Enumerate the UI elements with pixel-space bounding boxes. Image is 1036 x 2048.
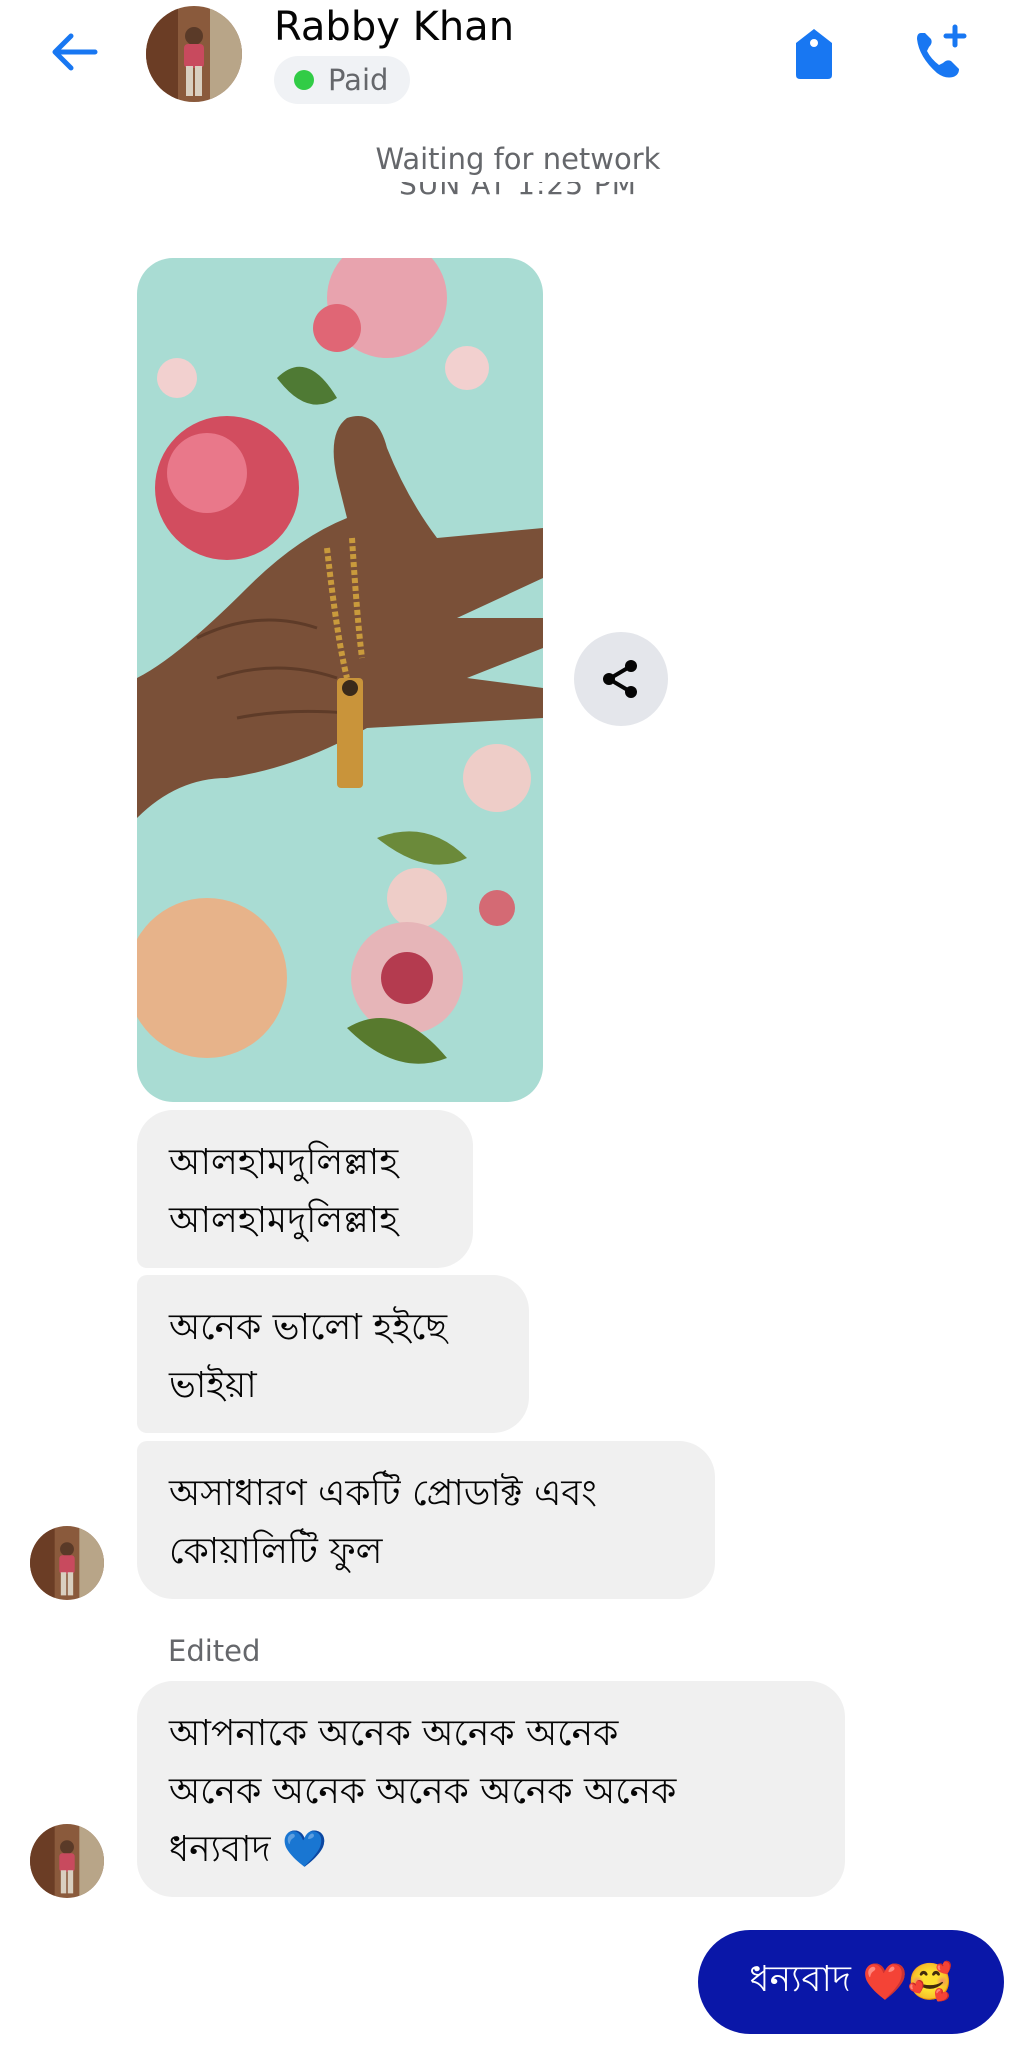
phone-add-icon	[917, 24, 967, 78]
contact-avatar-small[interactable]	[30, 1526, 104, 1600]
share-button[interactable]	[574, 632, 668, 726]
edited-label: Edited	[168, 1634, 261, 1668]
tag-icon	[796, 29, 832, 79]
received-message[interactable]: আপনাকে অনেক অনেক অনেক অনেক অনেক অনেক অনে…	[137, 1681, 845, 1897]
status-badge[interactable]: Paid	[274, 56, 411, 104]
back-button[interactable]	[44, 26, 104, 78]
sent-message-text: ধন্যবাদ	[749, 1959, 851, 2000]
network-status: Waiting for network	[375, 142, 661, 176]
message-timestamp: SUN AT 1:25 PM	[399, 182, 637, 201]
sent-message[interactable]: ধন্যবাদ ❤️🥰	[698, 1930, 1004, 2034]
blue-heart-emoji: 💙	[281, 1829, 327, 1870]
photo-attachment-icon	[137, 258, 543, 1102]
contact-name[interactable]: Rabby Khan	[274, 4, 514, 50]
heart-face-emoji: ❤️🥰	[862, 1962, 953, 2003]
status-label: Paid	[328, 63, 389, 97]
contact-avatar[interactable]	[146, 6, 242, 102]
chat-header: Rabby Khan Paid	[0, 0, 1036, 110]
status-dot	[294, 70, 314, 90]
photo-message[interactable]	[137, 258, 543, 1102]
contact-avatar-small[interactable]	[30, 1824, 104, 1898]
received-message[interactable]: আলহামদুলিল্লাহ আলহামদুলিল্লাহ	[137, 1110, 473, 1268]
message-text: আপনাকে অনেক অনেক অনেক অনেক অনেক অনেক অনে…	[169, 1713, 677, 1870]
back-arrow-icon	[52, 33, 98, 71]
received-message[interactable]: অনেক ভালো হইছে ভাইয়া	[137, 1275, 529, 1433]
call-button[interactable]	[906, 18, 976, 88]
timestamp-container: SUN AT 1:25 PM	[0, 182, 1036, 208]
tag-button[interactable]	[784, 24, 844, 84]
share-icon	[603, 660, 637, 698]
received-message[interactable]: অসাধারণ একটি প্রোডাক্ট এবং কোয়ালিটি ফুল	[137, 1441, 715, 1599]
